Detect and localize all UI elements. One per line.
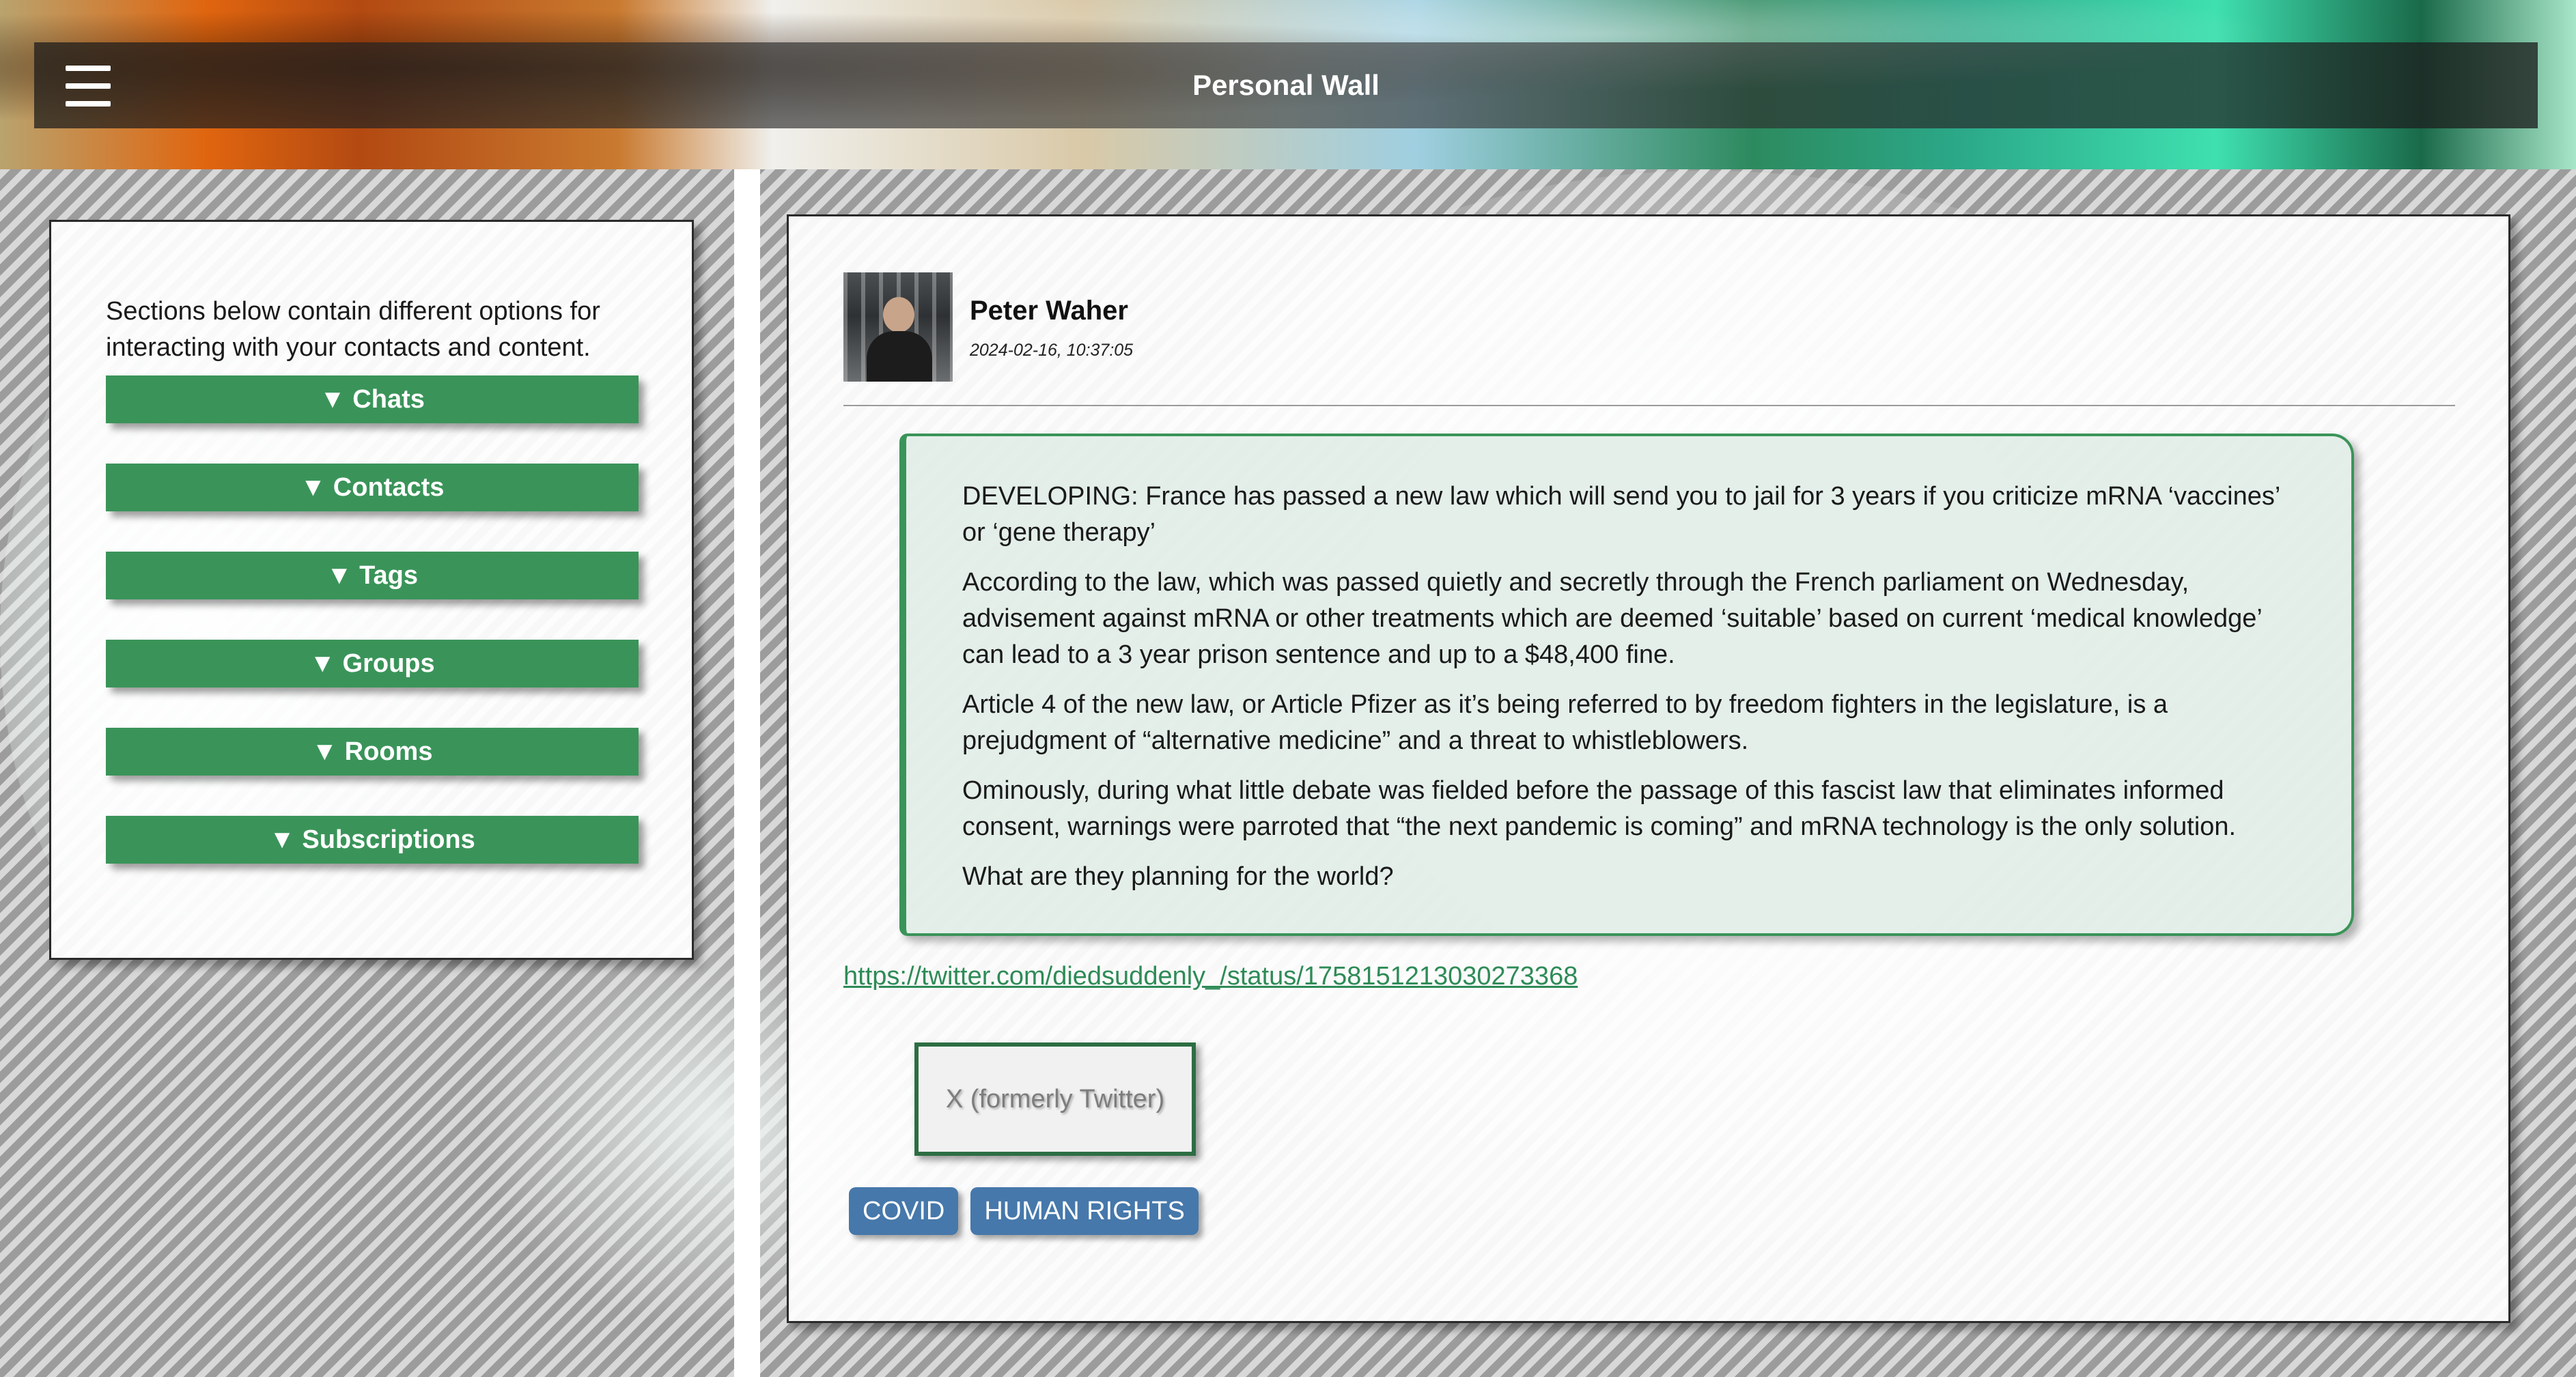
post-card: Peter Waher 2024-02-16, 10:37:05 DEVELOP… bbox=[787, 214, 2510, 1323]
title-bar: Personal Wall bbox=[34, 42, 2538, 128]
tag-list: COVID HUMAN RIGHTS bbox=[849, 1187, 1199, 1235]
sidebar-panel: Sections below contain different options… bbox=[49, 220, 694, 960]
page-title: Personal Wall bbox=[1192, 69, 1380, 101]
post-paragraph: What are they planning for the world? bbox=[962, 862, 1394, 891]
post-author-row: Peter Waher 2024-02-16, 10:37:05 bbox=[843, 272, 2455, 406]
post-paragraph: Article 4 of the new law, or Article Pfi… bbox=[962, 690, 2168, 755]
post-paragraph: According to the law, which was passed q… bbox=[962, 568, 2262, 669]
header-banner: Personal Wall bbox=[0, 0, 2576, 169]
post-paragraph: Ominously, during what little debate was… bbox=[962, 776, 2237, 841]
author-name[interactable]: Peter Waher bbox=[970, 296, 1128, 326]
hamburger-menu-icon[interactable] bbox=[66, 66, 111, 107]
post-paragraph: DEVELOPING: France has passed a new law … bbox=[962, 482, 2280, 547]
embedded-media-placeholder[interactable]: X (formerly Twitter) bbox=[914, 1042, 1196, 1156]
post-blockquote: DEVELOPING: France has passed a new law … bbox=[899, 434, 2354, 936]
post-timestamp: 2024-02-16, 10:37:05 bbox=[970, 341, 1134, 360]
tag-covid[interactable]: COVID bbox=[849, 1187, 959, 1235]
column-separator bbox=[734, 169, 760, 1377]
tags-section-button[interactable]: ▼ Tags bbox=[106, 552, 639, 599]
tag-human-rights[interactable]: HUMAN RIGHTS bbox=[970, 1187, 1199, 1235]
post-source-link[interactable]: https://twitter.com/diedsuddenly_/status… bbox=[843, 962, 1578, 991]
rooms-section-button[interactable]: ▼ Rooms bbox=[106, 728, 639, 776]
contacts-section-button[interactable]: ▼ Contacts bbox=[106, 464, 639, 511]
groups-section-button[interactable]: ▼ Groups bbox=[106, 640, 639, 687]
sidebar-intro-text: Sections below contain different options… bbox=[106, 297, 600, 362]
avatar[interactable] bbox=[843, 272, 953, 382]
subscriptions-section-button[interactable]: ▼ Subscriptions bbox=[106, 816, 639, 864]
chats-section-button[interactable]: ▼ Chats bbox=[106, 375, 639, 423]
